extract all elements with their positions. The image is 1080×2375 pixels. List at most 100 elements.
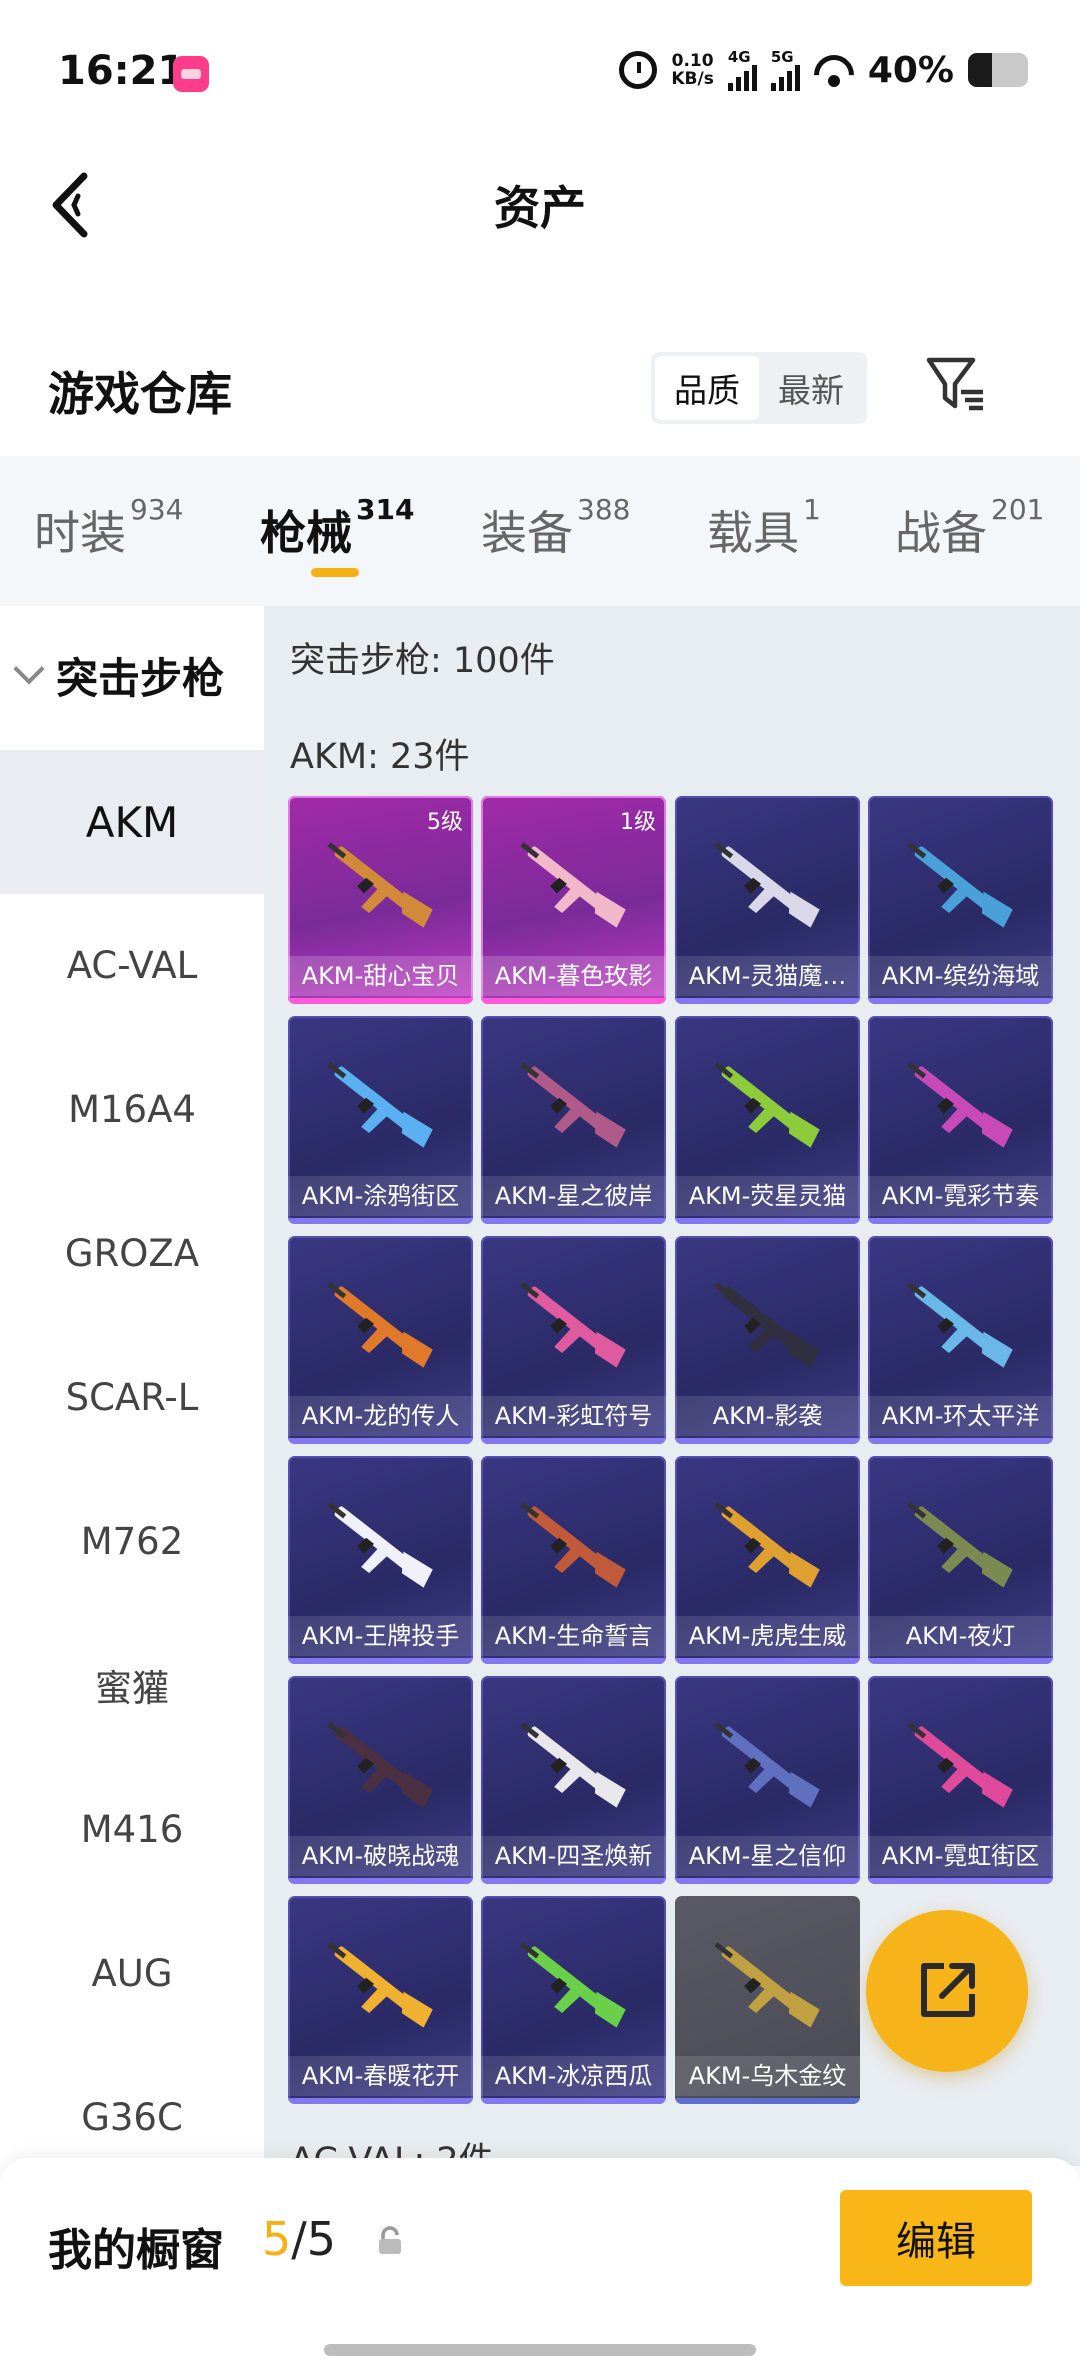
item-card[interactable]: AKM-环太平洋: [868, 1236, 1053, 1444]
item-name: AKM-乌木金纹: [675, 2056, 860, 2096]
rarity-bar: [675, 2098, 860, 2104]
item-name: AKM-四圣焕新: [481, 1836, 666, 1876]
sim2-signal-icon: 5G: [770, 49, 800, 91]
item-card[interactable]: AKM-霓彩节奏: [868, 1016, 1053, 1224]
item-card[interactable]: 1级 AKM-暮色玫影: [481, 796, 666, 1004]
rifle-icon: [714, 1942, 820, 2028]
sidebar-item-scar-l[interactable]: SCAR-L: [0, 1325, 264, 1469]
item-card[interactable]: AKM-乌木金纹: [675, 1896, 860, 2104]
rifle-icon: [520, 1722, 626, 1808]
item-card[interactable]: AKM-影袭: [675, 1236, 860, 1444]
rifle-icon: [520, 1282, 626, 1368]
sidebar-item-ac-val[interactable]: AC-VAL: [0, 893, 264, 1037]
item-card[interactable]: AKM-破晓战魂: [288, 1676, 473, 1884]
network-speed-value: 0.10: [671, 51, 714, 71]
rarity-bar: [868, 1658, 1053, 1664]
rifle-icon: [714, 842, 820, 928]
rarity-bar: [288, 1658, 473, 1664]
item-card[interactable]: AKM-霓虹街区: [868, 1676, 1053, 1884]
tab-label: 战备: [895, 506, 987, 560]
rifle-icon: [520, 1942, 626, 2028]
item-card[interactable]: AKM-四圣焕新: [481, 1676, 666, 1884]
item-card[interactable]: AKM-冰凉西瓜: [481, 1896, 666, 2104]
item-card[interactable]: 5级 AKM-甜心宝贝: [288, 796, 473, 1004]
rarity-bar: [481, 1438, 666, 1444]
item-card[interactable]: AKM-生命誓言: [481, 1456, 666, 1664]
sidebar-item-m762[interactable]: M762: [0, 1469, 264, 1613]
item-card[interactable]: AKM-龙的传人: [288, 1236, 473, 1444]
sidebar-item-aug[interactable]: AUG: [0, 1901, 264, 2045]
battery-icon: [968, 53, 1028, 87]
rarity-bar: [675, 998, 860, 1004]
tab-guns[interactable]: 枪械 314: [260, 493, 414, 563]
sidebar-item-m16a4[interactable]: M16A4: [0, 1037, 264, 1181]
item-card[interactable]: AKM-王牌投手: [288, 1456, 473, 1664]
tab-supplies[interactable]: 战备 201: [895, 493, 1044, 563]
showcase-current: 5: [262, 2212, 292, 2266]
battery-percent: 40%: [867, 49, 954, 91]
rifle-icon: [907, 842, 1013, 928]
item-name: AKM-星之彼岸: [481, 1176, 666, 1216]
item-name: AKM-龙的传人: [288, 1396, 473, 1436]
rifle-icon: [327, 1062, 433, 1148]
sidebar-item-groza[interactable]: GROZA: [0, 1181, 264, 1325]
page-title: 资产: [494, 181, 586, 235]
sidebar-item-akm[interactable]: AKM: [0, 750, 264, 894]
item-card[interactable]: AKM-涂鸦街区: [288, 1016, 473, 1224]
showcase-label: 我的橱窗: [48, 2225, 224, 2276]
item-name: AKM-星之信仰: [675, 1836, 860, 1876]
item-card[interactable]: AKM-灵猫魔…: [675, 796, 860, 1004]
item-card[interactable]: AKM-虎虎生威: [675, 1456, 860, 1664]
sidebar-category-label: 突击步枪: [56, 654, 225, 703]
item-card[interactable]: AKM-彩虹符号: [481, 1236, 666, 1444]
rifle-icon: [714, 1502, 820, 1588]
rifle-icon: [907, 1282, 1013, 1368]
item-level: 1级: [620, 810, 656, 835]
category-item-count: 突击步枪: 100件: [290, 641, 555, 681]
rifle-icon: [327, 1282, 433, 1368]
sort-option-quality[interactable]: 品质: [655, 356, 759, 420]
sidebar-category-assault-rifles[interactable]: 突击步枪: [13, 645, 225, 706]
rarity-bar: [481, 1658, 666, 1664]
sidebar-item-m416[interactable]: M416: [0, 1757, 264, 1901]
sort-toggle[interactable]: 品质 最新: [651, 352, 867, 424]
rifle-icon: [907, 1062, 1013, 1148]
share-button[interactable]: [866, 1910, 1028, 2072]
tab-label: 枪械: [260, 506, 352, 560]
chevron-down-icon: [13, 652, 45, 685]
item-card[interactable]: AKM-春暖花开: [288, 1896, 473, 2104]
filter-icon[interactable]: [925, 356, 985, 412]
item-card[interactable]: AKM-荧星灵猫: [675, 1016, 860, 1224]
tab-label: 装备: [481, 506, 573, 560]
rifle-icon: [327, 1942, 433, 2028]
tab-count: 314: [356, 493, 415, 526]
item-name: AKM-彩虹符号: [481, 1396, 666, 1436]
tab-count: 388: [577, 493, 631, 526]
item-card[interactable]: AKM-夜灯: [868, 1456, 1053, 1664]
edit-button[interactable]: 编辑: [840, 2190, 1032, 2286]
item-name: AKM-夜灯: [868, 1616, 1053, 1656]
item-name: AKM-灵猫魔…: [675, 956, 860, 996]
item-name: AKM-缤纷海域: [868, 956, 1053, 996]
rifle-icon: [520, 842, 626, 928]
rifle-icon: [327, 1502, 433, 1588]
rarity-bar: [868, 1438, 1053, 1444]
sidebar-item-honey-badger[interactable]: 蜜獾: [0, 1613, 264, 1757]
rarity-bar: [288, 2098, 473, 2104]
rarity-bar: [675, 1438, 860, 1444]
home-indicator[interactable]: [324, 2344, 756, 2356]
item-card[interactable]: AKM-星之彼岸: [481, 1016, 666, 1224]
rifle-icon: [520, 1502, 626, 1588]
tab-fashion[interactable]: 时装 934: [34, 493, 183, 563]
item-card[interactable]: AKM-星之信仰: [675, 1676, 860, 1884]
tab-vehicles[interactable]: 载具 1: [707, 493, 821, 563]
tab-equipment[interactable]: 装备 388: [481, 493, 630, 563]
alarm-icon: [619, 51, 658, 89]
rifle-icon: [907, 1722, 1013, 1808]
rarity-bar: [868, 1878, 1053, 1884]
network-speed-unit: KB/s: [671, 69, 714, 89]
item-card[interactable]: AKM-缤纷海域: [868, 796, 1053, 1004]
tab-count: 201: [991, 493, 1045, 526]
tab-count: 934: [130, 493, 184, 526]
sort-option-latest[interactable]: 最新: [759, 356, 863, 420]
